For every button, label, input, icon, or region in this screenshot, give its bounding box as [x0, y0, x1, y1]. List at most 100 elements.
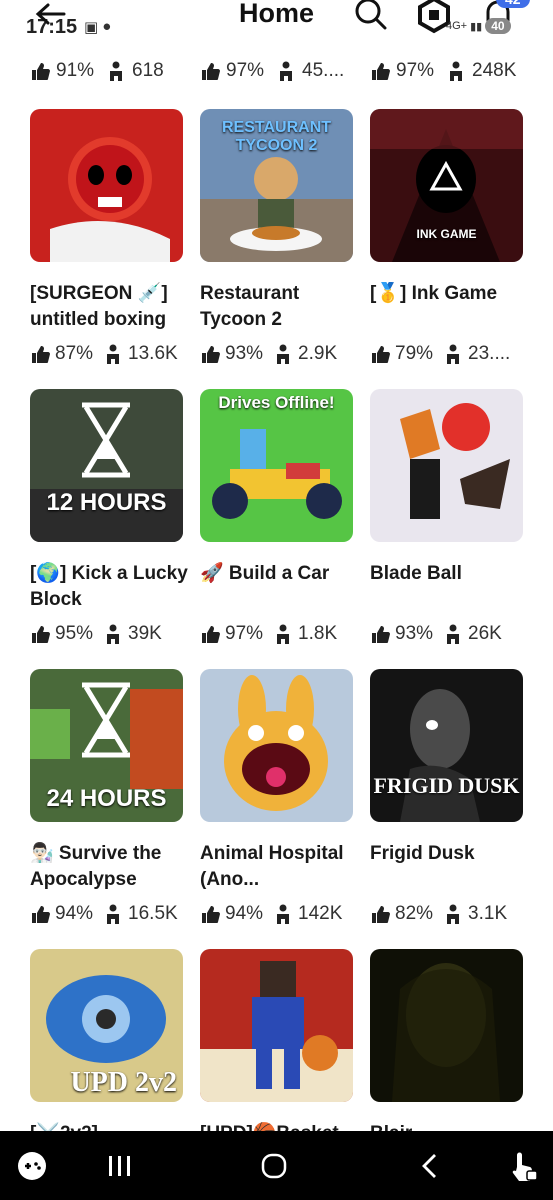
game-title[interactable]: [🥇] Ink Game — [370, 281, 528, 307]
game-thumbnail[interactable]: 24 HOURS — [30, 669, 183, 822]
players-icon — [277, 904, 290, 924]
game-stats: 94% 142K — [200, 903, 342, 925]
game-thumbnail[interactable] — [200, 949, 353, 1102]
system-navigation-bar — [0, 1131, 553, 1200]
players-stat: 45.... — [276, 60, 344, 82]
players-icon — [280, 61, 293, 81]
players-icon — [447, 344, 460, 364]
game-title[interactable]: Frigid Dusk — [370, 841, 528, 867]
rating-value: 94% — [225, 903, 264, 924]
players-value: 618 — [132, 60, 164, 81]
game-title[interactable]: [🌍] Kick a Lucky Block — [30, 561, 188, 613]
game-thumbnail[interactable] — [370, 949, 523, 1102]
thumbs-up-icon — [202, 346, 220, 363]
game-thumbnail[interactable] — [30, 109, 183, 262]
players-value: 3.1K — [468, 903, 508, 924]
players-value: 2.9K — [298, 343, 338, 364]
thumbnail-title: UPD 2v2 — [70, 1067, 177, 1098]
screenshot-icon: ▣ — [84, 19, 99, 36]
game-title[interactable]: [SURGEON 💉] untitled boxing — [30, 281, 188, 333]
rating-stat: 91% — [30, 60, 94, 82]
thumbs-up-icon — [32, 346, 50, 363]
back-nav-button[interactable] — [410, 1149, 450, 1183]
status-icons: ▣ ● — [84, 18, 111, 36]
game-thumbnail[interactable]: RESTAURANT TYCOON 2 — [200, 109, 353, 262]
players-icon — [110, 61, 123, 81]
top-stats-col-3: 97% 248K — [370, 60, 528, 82]
game-thumbnail[interactable] — [370, 389, 523, 542]
thumbnail-title: INK GAME — [416, 227, 477, 241]
back-arrow-icon — [35, 3, 66, 25]
game-title[interactable]: 👨🏻‍🔬 Survive the Apocalypse — [30, 841, 188, 893]
game-stats: 87% 13.6K — [30, 343, 178, 365]
thumbs-up-icon — [202, 63, 220, 80]
rating-value: 97% — [226, 60, 265, 81]
back-button[interactable] — [30, 0, 70, 30]
game-title[interactable]: 🚀 Build a Car — [200, 561, 358, 587]
players-value: 1.8K — [298, 623, 338, 644]
home-icon — [261, 1153, 287, 1179]
thumbs-up-icon — [372, 626, 390, 643]
rating-value: 91% — [56, 60, 95, 81]
players-icon — [450, 61, 463, 81]
top-stats-col-2: 97% 45.... — [200, 60, 356, 82]
game-stats: 94% 16.5K — [30, 903, 178, 925]
chat-bubble-icon: ● — [102, 18, 112, 35]
game-thumbnail[interactable]: FRIGID DUSK — [370, 669, 523, 822]
game-thumbnail[interactable]: 12 HOURS — [30, 389, 183, 542]
players-value: 39K — [128, 623, 162, 644]
game-title[interactable]: Blade Ball — [370, 561, 528, 587]
players-icon — [277, 344, 290, 364]
back-chevron-icon — [422, 1154, 436, 1178]
search-button[interactable] — [352, 0, 390, 34]
players-icon — [277, 624, 290, 644]
rating-value: 93% — [225, 343, 264, 364]
rating-value: 93% — [395, 623, 434, 644]
players-value: 142K — [298, 903, 343, 924]
thumbs-up-icon — [372, 63, 390, 80]
gamepad-icon — [18, 1152, 46, 1180]
players-icon — [107, 624, 120, 644]
players-value: 16.5K — [128, 903, 178, 924]
recent-apps-icon — [109, 1156, 130, 1176]
players-value: 13.6K — [128, 343, 178, 364]
thumbnail-title: 24 HOURS — [46, 785, 167, 812]
players-icon — [447, 624, 460, 644]
rating-value: 95% — [55, 623, 94, 644]
players-icon — [107, 344, 120, 364]
players-stat: 248K — [446, 60, 516, 82]
players-icon — [447, 904, 460, 924]
accessibility-button[interactable] — [504, 1149, 544, 1183]
network-label: 4G+ — [446, 20, 468, 32]
recent-apps-button[interactable] — [100, 1149, 140, 1183]
thumbs-up-icon — [372, 346, 390, 363]
players-stat: 618 — [106, 60, 164, 82]
game-thumbnail[interactable]: INK GAME — [370, 109, 523, 262]
rating-value: 87% — [55, 343, 94, 364]
top-stats-col-1: 91% 618 — [30, 60, 176, 82]
players-value: 248K — [472, 60, 517, 81]
game-thumbnail[interactable] — [200, 669, 353, 822]
thumbnail-title: Drives Offline! — [218, 393, 335, 412]
thumbs-up-icon — [202, 906, 220, 923]
game-thumbnail[interactable]: UPD 2v2 — [30, 949, 183, 1102]
players-icon — [107, 904, 120, 924]
thumbs-up-icon — [372, 906, 390, 923]
thumbnail-title: RESTAURANT TYCOON 2 — [221, 119, 332, 154]
game-title[interactable]: Restaurant Tycoon 2 — [200, 281, 358, 333]
thumbs-up-icon — [32, 906, 50, 923]
game-stats: 79% 23.... — [370, 343, 510, 365]
system-indicators: 4G+ ▮▮ 40 — [446, 18, 511, 34]
thumbs-up-icon — [202, 626, 220, 643]
game-thumbnail[interactable]: Drives Offline! — [200, 389, 353, 542]
game-stats: 95% 39K — [30, 623, 162, 645]
players-value: 45.... — [302, 60, 345, 81]
battery-level: 40 — [485, 18, 511, 34]
thumbs-up-icon — [32, 63, 50, 80]
rating-value: 97% — [396, 60, 435, 81]
game-title[interactable]: Animal Hospital (Ano... — [200, 841, 358, 893]
game-controller-button[interactable] — [12, 1149, 52, 1183]
players-value: 23.... — [468, 343, 511, 364]
game-stats: 93% 2.9K — [200, 343, 337, 365]
home-button[interactable] — [254, 1149, 294, 1183]
